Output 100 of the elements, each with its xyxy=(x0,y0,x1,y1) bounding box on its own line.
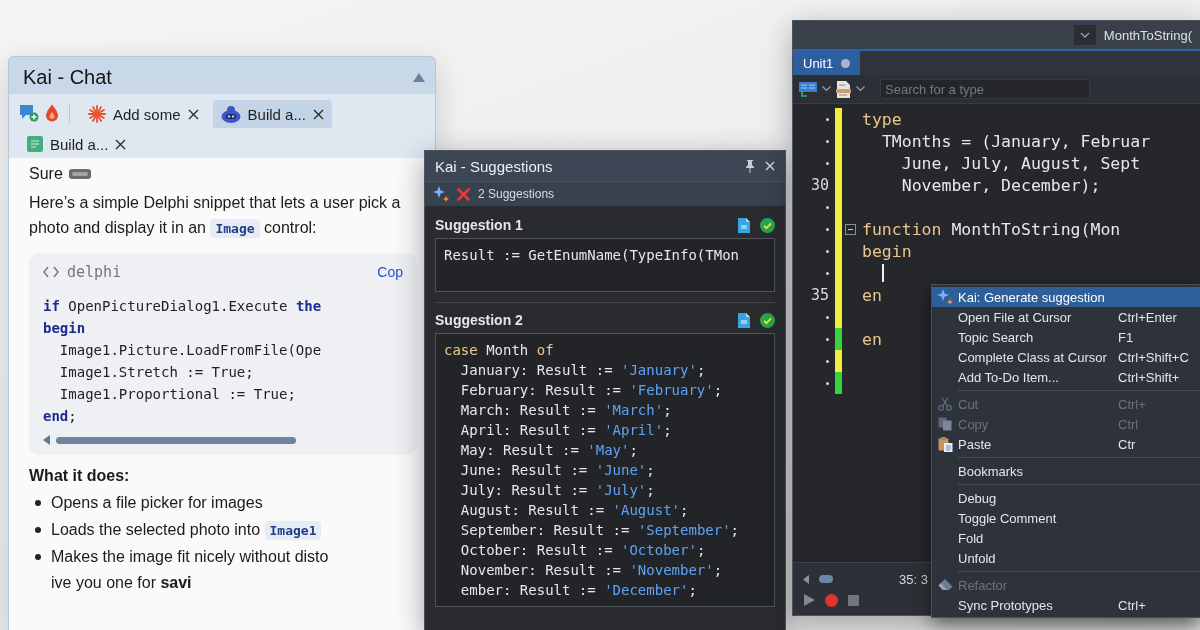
list-item-text: Makes the image fit nicely without disto xyxy=(51,547,329,566)
code-line: begin xyxy=(862,241,912,261)
starburst-icon xyxy=(88,105,106,123)
scrollbar-thumb[interactable] xyxy=(819,575,833,583)
line-dot-icon xyxy=(826,117,829,121)
sparkle-icon[interactable] xyxy=(433,186,449,202)
chat-tab[interactable]: Build a... xyxy=(212,100,332,128)
code-line: September: Result := 'September'; xyxy=(460,522,740,538)
menu-item[interactable]: Add To-Do Item... Ctrl+Shift+ xyxy=(932,367,1200,387)
menu-item[interactable]: Complete Class at Cursor Ctrl+Shift+C xyxy=(932,347,1200,367)
close-icon[interactable] xyxy=(187,108,199,120)
scroll-left-icon[interactable] xyxy=(803,574,809,584)
line-dot-icon xyxy=(826,227,829,231)
code-icon xyxy=(43,266,59,278)
suggestion-count: 2 Suggestions xyxy=(478,187,555,201)
menu-item[interactable]: Debug xyxy=(932,488,1200,508)
code-line: Image1.Proportional := True; xyxy=(59,386,296,402)
code-line: August: Result := 'August'; xyxy=(460,502,689,518)
pin-icon[interactable] xyxy=(745,159,755,173)
bullet-icon xyxy=(35,553,41,560)
menu-item[interactable]: Toggle Comment xyxy=(932,508,1200,528)
suggestion-heading: Suggestion 2 xyxy=(435,312,523,328)
code-line: May: Result := 'May'; xyxy=(460,442,638,458)
copy-link[interactable]: Cop xyxy=(377,264,403,280)
stop-icon[interactable] xyxy=(848,594,859,606)
line-dot-icon xyxy=(826,139,829,143)
code-line: November, December); xyxy=(901,175,1101,195)
code-line: TMonths = (January, Februar xyxy=(881,131,1151,151)
scrollbar-thumb[interactable] xyxy=(56,436,296,444)
line-dot-icon xyxy=(826,359,829,363)
menu-item[interactable]: Unfold xyxy=(932,548,1200,568)
window-title: Kai - Chat xyxy=(23,66,112,89)
document-icon[interactable] xyxy=(738,312,750,328)
document-icon[interactable] xyxy=(836,80,851,98)
chat-tab[interactable]: Add some xyxy=(80,100,207,128)
message-text: Here’s a simple Delphi snippet that lets a user pick a photo and display it in an Image control: xyxy=(29,193,402,240)
code-line: April: Result := 'April'; xyxy=(460,422,672,438)
code-line: October: Result := 'October'; xyxy=(460,542,706,558)
cursor-position: 35: 3 xyxy=(899,571,928,587)
menu-item[interactable]: Topic Search F1 xyxy=(932,327,1200,347)
chat-tab[interactable]: Build a... xyxy=(19,130,135,158)
code-line: Image1.Stretch := True; xyxy=(59,364,254,380)
menu-item[interactable]: Sync Prototypes Ctrl+ xyxy=(932,595,1200,615)
search-field[interactable]: Search for a type xyxy=(880,79,1090,99)
section-heading: What it does: xyxy=(29,467,131,485)
robot-icon xyxy=(220,105,241,123)
caret-icon[interactable] xyxy=(856,86,865,92)
check-icon[interactable] xyxy=(760,217,775,233)
scissors-icon xyxy=(938,397,952,411)
record-icon[interactable] xyxy=(825,593,838,607)
code-line: en xyxy=(862,285,882,305)
menu-item[interactable]: Paste Ctr xyxy=(932,434,1200,454)
drop-icon[interactable] xyxy=(45,104,59,122)
code-line: July: Result := 'July'; xyxy=(460,482,655,498)
code-line: February: Result := 'February'; xyxy=(460,382,723,398)
bullet-icon xyxy=(35,499,41,506)
method-selector[interactable]: MonthToString( xyxy=(1103,27,1192,43)
fold-icon[interactable] xyxy=(844,223,856,235)
code-line: Image1.Picture.LoadFromFile(Ope xyxy=(59,342,322,358)
menu-item[interactable]: Bookmarks xyxy=(932,461,1200,481)
code-line: case Month of xyxy=(444,342,554,358)
suggestion-heading: Suggestion 1 xyxy=(435,217,523,233)
close-icon[interactable] xyxy=(115,138,127,150)
editor-tab[interactable]: Unit1 xyxy=(793,51,861,75)
code-line: ember: Result := 'December'; xyxy=(460,582,697,598)
check-icon[interactable] xyxy=(760,312,775,328)
tile-icon xyxy=(27,136,43,152)
window-title: Kai - Suggestions xyxy=(435,157,553,175)
message-text: Sure xyxy=(29,165,63,183)
code-line: November: Result := 'November'; xyxy=(460,562,723,578)
form-icon[interactable] xyxy=(799,81,817,97)
code-line: end; xyxy=(43,408,77,424)
scroll-left-icon[interactable] xyxy=(43,435,50,445)
code-line: if OpenPictureDialog1.Execute the xyxy=(43,298,322,314)
line-dot-icon xyxy=(826,315,829,319)
clipboard-icon xyxy=(937,436,953,452)
caret-icon[interactable] xyxy=(822,86,831,92)
emoji-icon xyxy=(68,169,91,179)
line-dot-icon xyxy=(826,337,829,341)
code-line: type xyxy=(862,109,902,129)
scroll-up-icon[interactable] xyxy=(413,73,425,82)
line-dot-icon xyxy=(826,205,829,209)
code-line: January: Result := 'January'; xyxy=(460,362,706,378)
list-item-text: Loads the selected photo into Image1 xyxy=(51,520,322,539)
menu-item[interactable]: Open File at Cursor Ctrl+Enter xyxy=(932,307,1200,327)
list-item-text: Opens a file picker for images xyxy=(51,493,263,512)
code-line: June: Result := 'June'; xyxy=(460,462,655,478)
code-line: Result := GetEnumName(TypeInfo(TMon xyxy=(444,247,739,263)
language-label: delphi xyxy=(67,263,122,281)
close-icon[interactable] xyxy=(312,108,324,120)
new-chat-icon[interactable] xyxy=(19,104,39,122)
play-icon[interactable] xyxy=(803,594,815,606)
menu-item[interactable]: Kai: Generate suggestion xyxy=(932,287,1200,307)
menu-item[interactable]: Fold xyxy=(932,528,1200,548)
line-number: 35 xyxy=(810,286,829,304)
code-line: en xyxy=(862,329,882,349)
code-line: March: Result := 'March'; xyxy=(460,402,672,418)
code-line: begin xyxy=(43,320,86,336)
eraser-icon xyxy=(937,579,953,591)
document-icon[interactable] xyxy=(738,217,750,233)
